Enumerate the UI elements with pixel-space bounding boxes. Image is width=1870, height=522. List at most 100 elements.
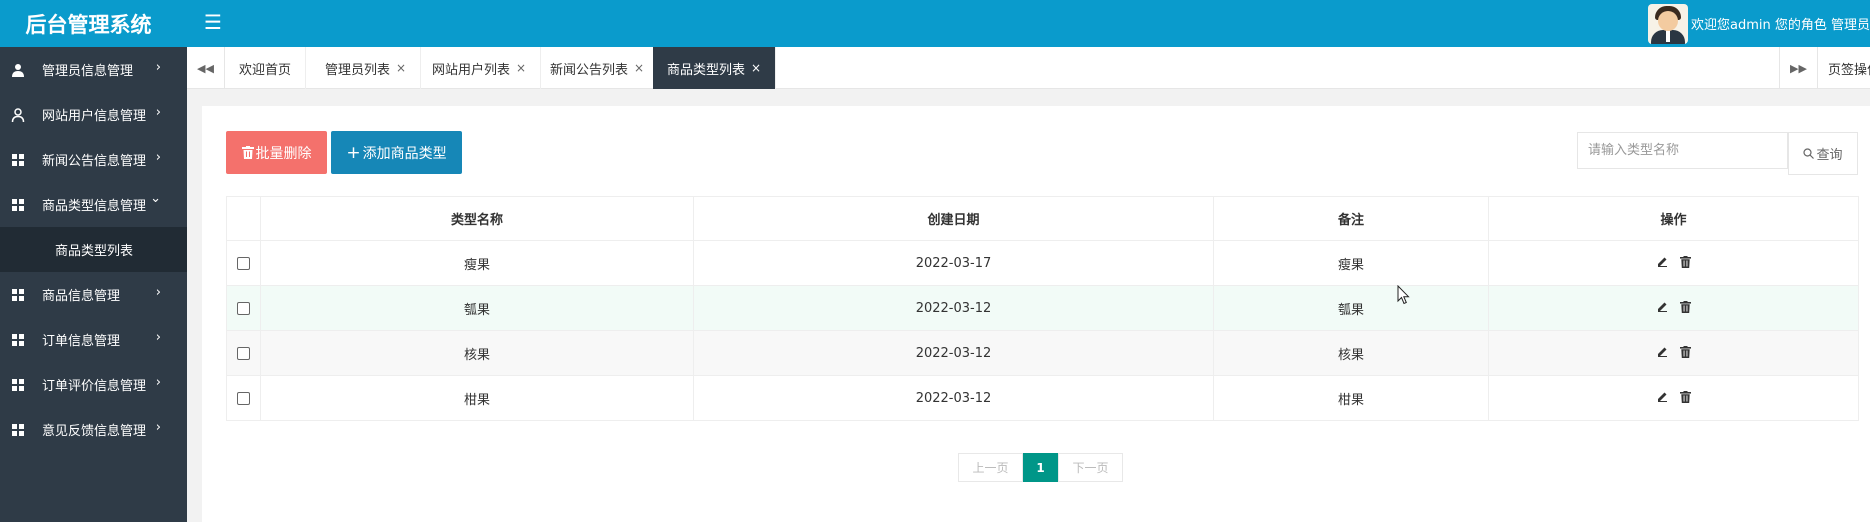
batch-delete-label: 批量删除 <box>255 145 312 162</box>
add-product-type-button[interactable]: + 添加商品类型 <box>331 131 462 174</box>
search-input[interactable] <box>1577 132 1788 169</box>
trash-icon <box>241 146 254 159</box>
tab-label: 新闻公告列表 <box>550 62 629 78</box>
user-icon <box>11 107 25 122</box>
sidebar-item-admin[interactable]: 管理员信息管理 › <box>0 47 187 92</box>
tab-operations[interactable]: 页签操作 <box>1817 47 1870 89</box>
search-button[interactable]: 查询 <box>1788 132 1858 175</box>
chevron-right-icon: › <box>155 375 161 390</box>
table-row: 瘦果 2022-03-17 瘦果 <box>226 240 1859 286</box>
cell-type-name: 核果 <box>260 330 694 376</box>
sidebar-item-label: 商品类型信息管理 <box>42 199 147 214</box>
tab-product-type-list[interactable]: 商品类型列表 × <box>653 47 777 89</box>
column-header: 创建日期 <box>693 196 1214 241</box>
column-header: 操作 <box>1488 196 1859 241</box>
cell-type-name: 瓠果 <box>260 285 694 331</box>
cell-type-name: 柑果 <box>260 375 694 421</box>
cell-created-date: 2022-03-17 <box>693 240 1214 286</box>
app-title: 后台管理系统 <box>25 12 152 37</box>
sidebar-item-users[interactable]: 网站用户信息管理 › <box>0 92 187 137</box>
delete-icon[interactable] <box>1679 300 1692 313</box>
grid-icon <box>11 423 25 437</box>
sidebar-item-label: 订单信息管理 <box>42 334 121 349</box>
row-checkbox[interactable] <box>237 256 250 270</box>
grid-icon <box>11 153 25 167</box>
select-column-header <box>226 196 261 241</box>
sidebar: 管理员信息管理 › 网站用户信息管理 › 新闻公告信息管理 › 商品类型信息管理… <box>0 47 187 522</box>
sidebar-subitem-product-type-list[interactable]: 商品类型列表 <box>0 227 187 272</box>
double-right-icon[interactable]: ▶▶ <box>1779 47 1817 89</box>
search-icon <box>1803 148 1815 159</box>
tab-user-list[interactable]: 网站用户列表 × <box>418 47 542 89</box>
sidebar-item-label: 订单评价信息管理 <box>42 379 147 394</box>
batch-delete-button[interactable]: 批量删除 <box>226 131 327 174</box>
avatar[interactable] <box>1648 3 1688 44</box>
sidebar-item-news[interactable]: 新闻公告信息管理 › <box>0 137 187 182</box>
chevron-right-icon: › <box>155 330 161 345</box>
delete-icon[interactable] <box>1679 345 1692 358</box>
current-page-button[interactable]: 1 <box>1023 453 1058 482</box>
close-icon[interactable]: × <box>751 61 761 75</box>
sidebar-item-orders[interactable]: 订单信息管理 › <box>0 317 187 362</box>
row-checkbox[interactable] <box>237 346 250 360</box>
sidebar-item-product-type[interactable]: 商品类型信息管理 ⌄ <box>0 182 187 227</box>
cell-note: 核果 <box>1213 330 1489 376</box>
tab-bar: ◀◀ 欢迎首页 管理员列表 × 网站用户列表 × 新闻公告列表 × 商品类型列表… <box>187 47 1870 89</box>
sidebar-item-label: 商品信息管理 <box>42 289 121 304</box>
column-header: 备注 <box>1213 196 1489 241</box>
table-row: 柑果 2022-03-12 柑果 <box>226 375 1859 421</box>
column-header: 类型名称 <box>260 196 694 241</box>
sidebar-item-label: 管理员信息管理 <box>42 64 134 79</box>
top-header: 后台管理系统 ☰ 欢迎您admin 您的角色 管理员 <box>0 0 1870 47</box>
cell-type-name: 瘦果 <box>260 240 694 286</box>
add-product-type-label: 添加商品类型 <box>362 145 447 162</box>
cell-created-date: 2022-03-12 <box>693 375 1214 421</box>
grid-icon <box>11 333 25 347</box>
pagination: 上一页 1 下一页 <box>958 453 1123 482</box>
chevron-down-icon: ⌄ <box>150 191 161 206</box>
cell-created-date: 2022-03-12 <box>693 285 1214 331</box>
product-type-table: 类型名称 创建日期 备注 操作 瘦果 2022-03-17 瘦果 瓠果 2022 <box>226 196 1859 421</box>
delete-icon[interactable] <box>1679 390 1692 403</box>
cell-note: 瘦果 <box>1213 240 1489 286</box>
tab-news-list[interactable]: 新闻公告列表 × <box>536 47 660 89</box>
chevron-right-icon: › <box>155 420 161 435</box>
chevron-right-icon: › <box>155 285 161 300</box>
edit-icon[interactable] <box>1656 300 1669 313</box>
row-checkbox[interactable] <box>237 301 250 315</box>
mouse-cursor-icon <box>1397 285 1410 305</box>
grid-icon <box>11 288 25 302</box>
double-left-icon[interactable]: ◀◀ <box>187 47 225 89</box>
tab-welcome[interactable]: 欢迎首页 <box>225 47 307 89</box>
delete-icon[interactable] <box>1679 255 1692 268</box>
welcome-text: 欢迎您admin 您的角色 管理员 <box>1691 18 1870 33</box>
sidebar-item-products[interactable]: 商品信息管理 › <box>0 272 187 317</box>
edit-icon[interactable] <box>1656 255 1669 268</box>
prev-page-button[interactable]: 上一页 <box>958 453 1023 482</box>
tab-label: 商品类型列表 <box>667 62 746 78</box>
sidebar-item-order-reviews[interactable]: 订单评价信息管理 › <box>0 362 187 407</box>
cell-note: 柑果 <box>1213 375 1489 421</box>
sidebar-item-label: 意见反馈信息管理 <box>42 424 147 439</box>
row-checkbox[interactable] <box>237 391 250 405</box>
table-row: 瓠果 2022-03-12 瓠果 <box>226 285 1859 331</box>
chevron-right-icon: › <box>155 150 161 165</box>
close-icon[interactable]: × <box>634 61 644 75</box>
cell-created-date: 2022-03-12 <box>693 330 1214 376</box>
table-header-row: 类型名称 创建日期 备注 操作 <box>226 196 1859 241</box>
sidebar-item-feedback[interactable]: 意见反馈信息管理 › <box>0 407 187 452</box>
grid-icon <box>11 198 25 212</box>
edit-icon[interactable] <box>1656 390 1669 403</box>
user-info[interactable]: 欢迎您admin 您的角色 管理员 <box>1648 0 1870 47</box>
sidebar-item-label: 网站用户信息管理 <box>42 109 147 124</box>
close-icon[interactable]: × <box>396 61 406 75</box>
search-button-label: 查询 <box>1816 148 1843 163</box>
hamburger-icon[interactable]: ☰ <box>200 9 226 35</box>
tab-admin-list[interactable]: 管理员列表 × <box>311 47 422 89</box>
chevron-right-icon: › <box>155 105 161 120</box>
edit-icon[interactable] <box>1656 345 1669 358</box>
plus-icon: + <box>346 142 361 163</box>
close-icon[interactable]: × <box>516 61 526 75</box>
next-page-button[interactable]: 下一页 <box>1058 453 1123 482</box>
table-row: 核果 2022-03-12 核果 <box>226 330 1859 376</box>
